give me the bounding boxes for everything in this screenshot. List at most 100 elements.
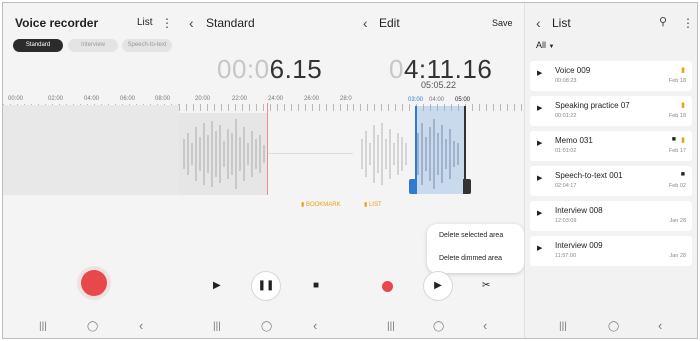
filter-label: All	[536, 40, 547, 50]
list-item[interactable]: ▶ Speech-to-text 001 02:04:17 ■ Feb 02	[530, 166, 692, 196]
selection-end-handle[interactable]	[463, 179, 471, 194]
total-duration: 05:05.22	[421, 80, 457, 90]
timer-dim-digits: 00:0	[217, 54, 270, 84]
play-button[interactable]: ▶	[424, 272, 452, 300]
tab-standard[interactable]: Standard	[13, 39, 63, 52]
recording-date: Jan 28	[669, 218, 686, 224]
play-icon[interactable]: ▶	[537, 244, 542, 252]
list-item[interactable]: ▶ Interview 008 12:03:09 Jan 28	[530, 201, 692, 231]
recording-name: Speech-to-text 001	[555, 171, 623, 180]
delete-selected-area-option[interactable]: Delete selected area	[439, 232, 503, 239]
playhead[interactable]	[267, 103, 268, 195]
bookmark-list-label: LIST	[368, 202, 382, 208]
back-icon[interactable]: ‹	[658, 318, 662, 333]
record-button[interactable]	[382, 281, 393, 292]
recording-duration: 01:01:02	[555, 148, 577, 154]
bookmark-button[interactable]: ▮ BOOKMARK	[301, 201, 341, 208]
back-icon[interactable]: ‹	[483, 318, 487, 333]
selection-start-time: 03:00	[408, 97, 424, 103]
more-options-icon[interactable]: ⋮	[682, 16, 694, 30]
home-icon[interactable]: ◯	[608, 321, 619, 332]
record-button[interactable]	[81, 270, 107, 296]
tab-interview[interactable]: Interview	[68, 39, 118, 52]
page-title: Voice recorder	[15, 16, 99, 30]
ruler-tick-label: 22:00	[232, 96, 248, 102]
document-icon: ■	[680, 171, 685, 178]
ruler-tick-label: 28:0	[340, 96, 352, 102]
ruler-tick-label: 02:00	[48, 96, 64, 102]
more-options-icon[interactable]: ⋮	[161, 16, 173, 30]
trim-scissors-icon[interactable]: ✂	[482, 280, 490, 291]
play-icon[interactable]: ▶	[537, 69, 542, 77]
list-item[interactable]: ▶ Voice 009 00:08:23 ▮ Feb 18	[530, 61, 692, 91]
pause-button[interactable]: ❚❚	[252, 272, 280, 300]
ruler-ticks	[179, 104, 353, 111]
tab-speech-to-text[interactable]: Speech-to-text	[122, 39, 172, 52]
timer-dim-digits: 0	[389, 54, 404, 84]
bookmark-icon: ▮	[681, 137, 685, 144]
bookmark-icon: ▮	[681, 67, 685, 74]
system-nav-bar: ||| ◯ ‹	[525, 318, 697, 335]
back-arrow-icon[interactable]: ‹	[536, 15, 541, 31]
ruler-tick-label: 04:00	[84, 96, 100, 102]
waveform-area	[3, 105, 179, 195]
timeline-ruler: 20:00 22:00 24:00 26:00 28:0	[179, 96, 353, 112]
page-title: Standard	[206, 16, 255, 30]
recording-duration: 11:57:00	[555, 253, 577, 259]
back-icon[interactable]: ‹	[313, 318, 317, 333]
recents-icon[interactable]: |||	[387, 321, 395, 332]
recents-icon[interactable]: |||	[213, 321, 221, 332]
recorder-screen: Voice recorder List ⋮ Standard Interview…	[3, 3, 179, 338]
recents-icon[interactable]: |||	[39, 321, 47, 332]
ruler-tick-label: 24:00	[268, 96, 284, 102]
recording-duration: 02:04:17	[555, 183, 577, 189]
play-icon[interactable]: ▶	[537, 209, 542, 217]
bookmark-list-button[interactable]: ▮ LIST	[364, 201, 382, 208]
system-nav-bar: ||| ◯ ‹	[3, 318, 179, 335]
list-item[interactable]: ▶ Memo 031 01:01:02 ■ ▮ Feb 17	[530, 131, 692, 161]
filter-dropdown[interactable]: All ▼	[536, 40, 554, 50]
home-icon[interactable]: ◯	[87, 321, 98, 332]
recording-date: Feb 17	[668, 148, 686, 154]
recording-date: Feb 02	[668, 183, 686, 189]
document-icon: ■	[671, 136, 676, 143]
list-item[interactable]: ▶ Speaking practice 07 00:01:22 ▮ Feb 18	[530, 96, 692, 126]
delete-dimmed-area-option[interactable]: Delete dimmed area	[439, 255, 502, 262]
ruler-tick-label: 20:00	[195, 96, 211, 102]
search-icon[interactable]: ⚲	[659, 15, 667, 28]
play-button[interactable]: ▶	[213, 280, 221, 291]
play-icon[interactable]: ▶	[537, 104, 542, 112]
save-button[interactable]: Save	[492, 18, 513, 28]
recording-name: Interview 008	[555, 206, 603, 215]
timer-digits: 6.15	[269, 54, 323, 84]
recording-date: Feb 18	[668, 78, 686, 84]
selected-area[interactable]	[415, 106, 465, 194]
stop-button[interactable]: ■	[313, 280, 319, 291]
play-icon[interactable]: ▶	[537, 174, 542, 182]
recording-date: Jan 28	[669, 253, 686, 259]
ruler-tick-label: 04:00	[429, 97, 445, 103]
chevron-down-icon: ▼	[548, 44, 555, 50]
list-item[interactable]: ▶ Interview 009 11:57:00 Jan 28	[530, 236, 692, 266]
play-icon[interactable]: ▶	[537, 139, 542, 147]
standard-recording-screen: ‹ Standard 00:06.15 20:00 22:00 24:00 26…	[179, 3, 353, 338]
recording-name: Speaking practice 07	[555, 101, 630, 110]
recording-duration: 00:01:22	[555, 113, 577, 119]
ruler-tick-label: 00:00	[8, 96, 24, 102]
back-icon[interactable]: ‹	[139, 318, 143, 333]
bookmark-icon: ▮	[681, 102, 685, 109]
home-icon[interactable]: ◯	[261, 321, 272, 332]
waveform	[179, 113, 353, 195]
recording-duration: 12:03:09	[555, 218, 577, 224]
ruler-tick-label: 06:00	[120, 96, 136, 102]
back-arrow-icon[interactable]: ‹	[363, 15, 368, 31]
selection-start-handle[interactable]	[409, 179, 417, 194]
back-arrow-icon[interactable]: ‹	[189, 15, 194, 31]
recents-icon[interactable]: |||	[559, 321, 567, 332]
bookmark-label: BOOKMARK	[305, 202, 341, 208]
home-icon[interactable]: ◯	[433, 321, 444, 332]
edit-options-menu: Delete selected area Delete dimmed area	[427, 224, 524, 273]
recording-duration: 00:08:23	[555, 78, 577, 84]
list-button[interactable]: List	[137, 17, 153, 28]
system-nav-bar: ||| ◯ ‹	[353, 318, 524, 335]
